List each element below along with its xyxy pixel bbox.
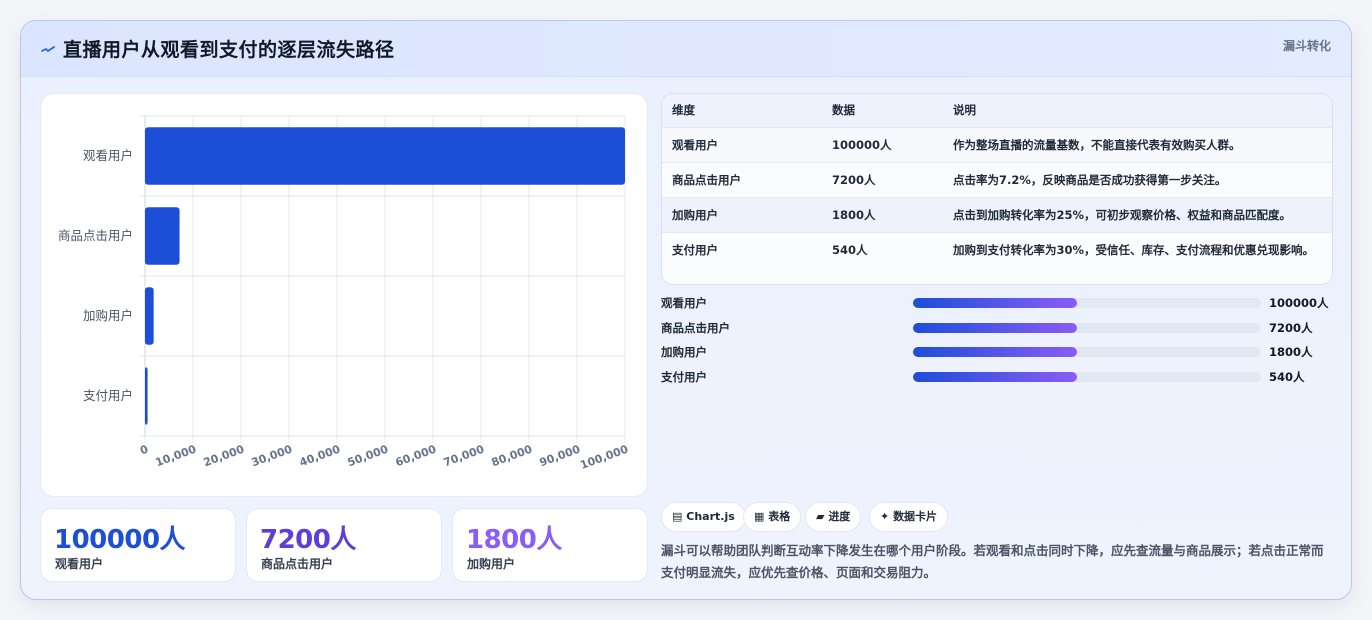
progress-row: 支付用户 540人 — [661, 367, 1333, 387]
bar[interactable] — [145, 367, 148, 425]
kpi-value: 1800人 — [466, 525, 562, 555]
table-header-row: 维度 数据 说明 — [662, 94, 1332, 127]
category-label: 加购用户 — [83, 308, 133, 323]
chip-label: 表格 — [768, 510, 791, 523]
progress-icon: ▰ — [816, 510, 825, 523]
table-cell-data: 540人 — [832, 243, 868, 257]
table-icon: ▦ — [754, 510, 765, 523]
chart-icon: ▤ — [672, 510, 683, 523]
bar[interactable] — [145, 287, 154, 345]
progress-value: 100000人 — [1269, 296, 1329, 310]
progress-fill — [913, 298, 1077, 308]
card-header: 直播用户从观看到支付的逐层流失路径 漏斗转化 — [21, 21, 1351, 77]
kpi-value: 100000人 — [54, 525, 186, 555]
progress-row: 加购用户 1800人 — [661, 342, 1333, 362]
category-label: 商品点击用户 — [58, 228, 133, 243]
card-icon: ✦ — [880, 510, 890, 523]
progress-track — [913, 323, 1261, 333]
chip-chartjs[interactable]: ▤ Chart.js — [661, 502, 746, 532]
funnel-card: 直播用户从观看到支付的逐层流失路径 漏斗转化 0 10,000 20,000 30,0… — [20, 20, 1352, 600]
table-cell-dim: 商品点击用户 — [672, 173, 741, 187]
table-cell-data: 7200人 — [832, 173, 876, 187]
kpi-label: 商品点击用户 — [261, 557, 334, 571]
table-cell-data: 1800人 — [832, 208, 876, 222]
data-table: 维度 数据 说明 观看用户 100000人 作为整场直播的流量基数，不能直接代表… — [661, 93, 1333, 285]
bar[interactable] — [145, 207, 180, 265]
progress-track — [913, 372, 1261, 382]
kpi-card: 100000人观看用户 — [40, 508, 236, 582]
progress-row: 观看用户 100000人 — [661, 293, 1333, 313]
table-row: 商品点击用户 7200人 点击率为7.2%，反映商品是否成功获得第一步关注。 — [662, 162, 1332, 197]
kpi-label: 观看用户 — [55, 557, 104, 571]
x-tick-label: 20,000 — [202, 442, 247, 469]
progress-fill — [913, 372, 1077, 382]
x-tick-label: 80,000 — [490, 442, 535, 469]
x-tick-label: 40,000 — [298, 442, 343, 469]
kpi-card: 1800人加购用户 — [452, 508, 648, 582]
progress-row: 商品点击用户 7200人 — [661, 318, 1333, 338]
chip-data-card[interactable]: ✦ 数据卡片 — [869, 502, 949, 532]
progress-value: 1800人 — [1269, 345, 1313, 359]
progress-label: 观看用户 — [661, 296, 707, 310]
progress-track — [913, 347, 1261, 357]
table-header-desc: 说明 — [953, 103, 976, 117]
category-label: 支付用户 — [83, 388, 133, 403]
funnel-chart: 0 10,000 20,000 30,000 40,000 50,000 60,000 70,… — [40, 93, 648, 497]
x-tick-label: 60,000 — [394, 442, 439, 469]
category-label: 观看用户 — [83, 148, 133, 163]
progress-label: 加购用户 — [661, 345, 707, 359]
progress-label: 支付用户 — [661, 370, 707, 384]
chip-label: 数据卡片 — [893, 510, 938, 523]
x-tick-label: 10,000 — [154, 442, 199, 469]
x-tick-label: 30,000 — [250, 442, 295, 469]
table-header-dim: 维度 — [672, 103, 695, 117]
table-cell-dim: 观看用户 — [672, 138, 718, 152]
kpi-label: 加购用户 — [467, 557, 516, 571]
progress-fill — [913, 323, 1077, 333]
category-tag: 漏斗转化 — [1282, 39, 1331, 53]
table-row: 加购用户 1800人 点击到加购转化率为25%，可初步观察价格、权益和商品匹配度… — [662, 197, 1332, 232]
page-title: 直播用户从观看到支付的逐层流失路径 — [63, 39, 395, 61]
table-cell-dim: 加购用户 — [672, 208, 718, 222]
table-cell-desc: 点击率为7.2%，反映商品是否成功获得第一步关注。 — [953, 173, 1227, 187]
table-row: 观看用户 100000人 作为整场直播的流量基数，不能直接代表有效购买人群。 — [662, 127, 1332, 162]
progress-track — [913, 298, 1261, 308]
table-cell-dim: 支付用户 — [672, 243, 718, 257]
kpi-value: 7200人 — [260, 525, 356, 555]
progress-value: 7200人 — [1269, 321, 1313, 335]
table-row: 支付用户 540人 加购到支付转化率为30%，受信任、库存、支付流程和优惠兑现影… — [662, 232, 1332, 284]
x-tick-label: 0 — [138, 442, 150, 457]
x-tick-label: 70,000 — [442, 442, 487, 469]
x-tick-label: 100,000 — [578, 442, 630, 471]
table-cell-data: 100000人 — [832, 138, 892, 152]
table-cell-desc: 作为整场直播的流量基数，不能直接代表有效购买人群。 — [953, 138, 1241, 152]
chip-table[interactable]: ▦ 表格 — [743, 502, 802, 532]
x-tick-label: 50,000 — [346, 442, 391, 469]
table-cell-desc: 加购到支付转化率为30%，受信任、库存、支付流程和优惠兑现影响。 — [953, 243, 1315, 257]
progress-value: 540人 — [1269, 370, 1305, 384]
chip-progress[interactable]: ▰ 进度 — [805, 502, 862, 532]
kpi-card: 7200人商品点击用户 — [246, 508, 442, 582]
table-cell-desc: 点击到加购转化率为25%，可初步观察价格、权益和商品匹配度。 — [953, 208, 1292, 222]
bar[interactable] — [145, 127, 625, 185]
insight-note: 漏斗可以帮助团队判断互动率下降发生在哪个用户阶段。若观看和点击同时下降，应先查流… — [661, 543, 1324, 580]
x-tick-label: 90,000 — [538, 442, 583, 469]
table-header-data: 数据 — [832, 103, 855, 117]
bar-chart-svg: 0 10,000 20,000 30,000 40,000 50,000 60,000 70,… — [58, 115, 630, 472]
progress-label: 商品点击用户 — [661, 321, 730, 335]
chip-label: Chart.js — [686, 510, 735, 523]
pulse-icon — [41, 46, 55, 52]
progress-fill — [913, 347, 1077, 357]
chip-label: 进度 — [828, 510, 851, 523]
